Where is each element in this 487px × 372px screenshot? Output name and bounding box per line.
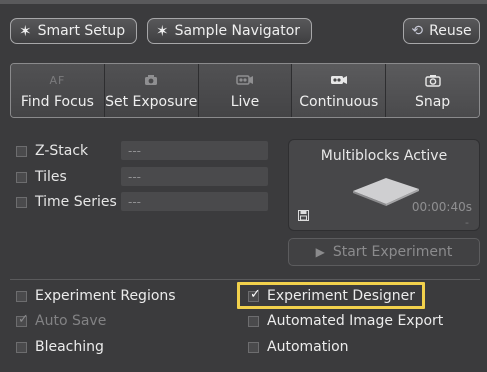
bleaching-checkbox[interactable] xyxy=(16,341,27,353)
continuous-button[interactable]: Continuous xyxy=(292,64,387,117)
multiblocks-panel: Multiblocks Active 00:00:40s - xyxy=(288,139,480,231)
z-stack-checkbox[interactable] xyxy=(16,145,27,157)
automated-image-export-label: Automated Image Export xyxy=(267,313,444,329)
continuous-label: Continuous xyxy=(299,94,379,110)
time-series-label: Time Series xyxy=(35,194,117,210)
sparkle-icon: ✶ xyxy=(156,22,169,40)
smart-setup-button[interactable]: ✶ Smart Setup xyxy=(10,18,137,44)
video-camera-icon xyxy=(330,71,348,89)
check-icon: ✓ xyxy=(18,311,29,327)
section-divider xyxy=(10,279,480,280)
find-focus-label: Find Focus xyxy=(20,94,94,110)
bleaching-label: Bleaching xyxy=(35,339,104,355)
set-exposure-button[interactable]: Set Exposure xyxy=(104,64,199,117)
experiment-duration-dash: - xyxy=(465,216,469,229)
experiment-regions-option[interactable]: Experiment Regions xyxy=(16,285,176,307)
reuse-icon: ⟲ xyxy=(411,23,424,39)
experiment-regions-checkbox[interactable] xyxy=(16,290,27,302)
sample-navigator-label: Sample Navigator xyxy=(174,23,301,39)
tiles-label: Tiles xyxy=(35,169,67,185)
z-stack-label: Z-Stack xyxy=(35,143,89,159)
automation-checkbox[interactable] xyxy=(248,341,259,353)
highlight-box xyxy=(237,282,425,309)
experiment-regions-label: Experiment Regions xyxy=(35,288,176,304)
experiment-duration: 00:00:40s xyxy=(411,200,472,214)
auto-save-checkbox[interactable]: ✓ xyxy=(16,312,29,327)
panel-top-border xyxy=(0,0,487,4)
z-stack-option[interactable]: Z-Stack xyxy=(16,140,88,162)
start-experiment-label: Start Experiment xyxy=(332,244,453,260)
multiblocks-title: Multiblocks Active xyxy=(320,148,448,164)
live-label: Live xyxy=(230,94,260,110)
acquisition-toolbar: AF Find Focus Set Exposure Live Continuo… xyxy=(10,63,480,118)
find-focus-button[interactable]: AF Find Focus xyxy=(11,64,105,117)
camera-icon xyxy=(144,71,158,89)
camera-icon xyxy=(424,71,441,89)
tiles-option[interactable]: Tiles xyxy=(16,166,67,188)
time-series-option[interactable]: Time Series xyxy=(16,191,117,213)
autofocus-icon: AF xyxy=(49,73,66,87)
tiles-value: --- xyxy=(121,167,268,186)
snap-button[interactable]: Snap xyxy=(386,64,479,117)
automated-image-export-checkbox[interactable] xyxy=(248,315,259,327)
auto-save-option[interactable]: ✓ Auto Save xyxy=(16,310,106,332)
live-button[interactable]: Live xyxy=(198,64,293,117)
auto-save-label: Auto Save xyxy=(35,313,107,329)
smart-setup-label: Smart Setup xyxy=(37,23,126,39)
reuse-label: Reuse xyxy=(429,23,472,39)
automation-option[interactable]: Automation xyxy=(248,336,349,358)
automation-label: Automation xyxy=(267,339,349,355)
experiment-block-icon xyxy=(353,178,419,206)
save-icon[interactable] xyxy=(298,210,309,224)
sparkle-icon: ✶ xyxy=(19,22,32,40)
snap-label: Snap xyxy=(414,94,451,110)
sample-navigator-button[interactable]: ✶ Sample Navigator xyxy=(147,18,312,44)
play-icon: ▶ xyxy=(315,245,325,259)
time-series-value: --- xyxy=(121,192,268,211)
automated-image-export-option[interactable]: Automated Image Export xyxy=(248,310,443,332)
set-exposure-label: Set Exposure xyxy=(105,94,198,110)
bleaching-option[interactable]: Bleaching xyxy=(16,336,104,358)
time-series-checkbox[interactable] xyxy=(16,196,27,208)
video-camera-icon xyxy=(236,71,254,89)
reuse-button[interactable]: ⟲ Reuse xyxy=(403,18,480,44)
start-experiment-button[interactable]: ▶ Start Experiment xyxy=(288,238,480,266)
z-stack-value: --- xyxy=(121,141,268,160)
tiles-checkbox[interactable] xyxy=(16,171,27,183)
